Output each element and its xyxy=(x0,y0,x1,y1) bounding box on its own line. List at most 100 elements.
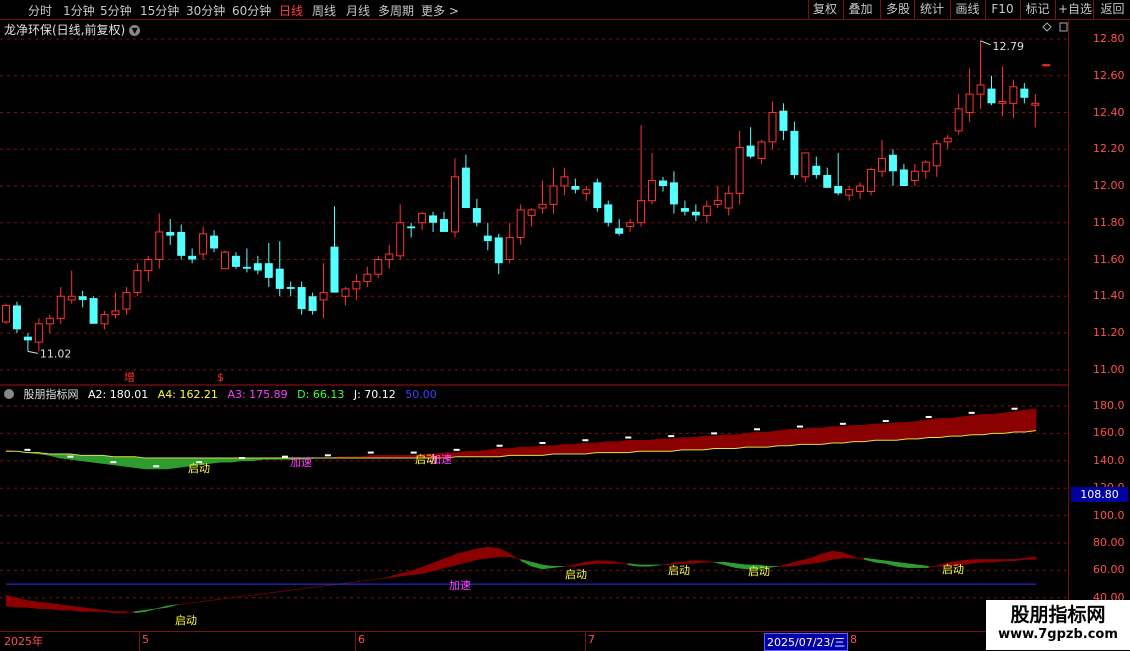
candle-body xyxy=(637,200,646,224)
a3-band xyxy=(91,455,103,464)
tab-4[interactable]: 30分钟 xyxy=(186,2,225,19)
current-value-badge: 108.80 xyxy=(1071,487,1128,502)
kd-band xyxy=(831,550,844,560)
candle-body xyxy=(560,176,569,187)
tab-9[interactable]: 多周期 xyxy=(378,2,414,19)
period-toolbar: 分时 1分钟 5分钟 15分钟 30分钟 60分钟 日线 周线 月线 多周期 更多 > 复权 叠加 多股统… xyxy=(0,0,1130,20)
kd-band xyxy=(778,563,790,567)
tab-5[interactable]: 60分钟 xyxy=(232,2,271,19)
indicator-menu-icon[interactable] xyxy=(4,389,14,399)
candle-body xyxy=(702,205,711,216)
candle-body xyxy=(111,310,120,316)
a3-band xyxy=(628,440,640,453)
a3-band xyxy=(649,438,661,452)
candle-body xyxy=(735,146,744,194)
candle-body xyxy=(34,323,43,343)
tab-1[interactable]: 1分钟 xyxy=(63,2,95,19)
candle-body xyxy=(363,273,372,283)
candle-body xyxy=(680,208,689,212)
tab-6[interactable]: 日线 xyxy=(279,2,303,19)
kd-band xyxy=(552,566,564,568)
candle-body xyxy=(593,182,602,209)
toolbar-button-4[interactable]: 画线 xyxy=(950,0,984,19)
signal-label: 启动 xyxy=(175,614,197,627)
marker-increase: 增 xyxy=(124,370,135,384)
candle-body xyxy=(888,154,897,172)
candle-body xyxy=(418,213,427,224)
toolbar-button-0[interactable]: 复权 xyxy=(808,0,841,19)
candle-body xyxy=(483,235,492,242)
candle-body xyxy=(746,145,755,157)
indicator-tick: 100.0 xyxy=(1093,508,1125,522)
legend-d: D: 66.13 xyxy=(297,388,345,401)
tab-10[interactable]: 更多 > xyxy=(421,2,459,19)
kd-band xyxy=(123,611,135,614)
candle-body xyxy=(308,296,317,311)
kd-band xyxy=(595,560,608,564)
a3-band xyxy=(864,423,876,442)
toolbar-button-3[interactable]: 统计 xyxy=(914,0,949,19)
toolbar-button-5[interactable]: F10 xyxy=(985,0,1019,19)
a3-band xyxy=(510,446,522,456)
tab-2[interactable]: 5分钟 xyxy=(100,2,132,19)
candle-body xyxy=(768,112,777,143)
price-chart[interactable]: 12.7911.02增 $启动 加速 启动启动启动加速启动 启动 启动加速 xyxy=(0,20,1068,632)
a3-band xyxy=(467,450,479,457)
watermark: 股朋指标网 www.7gpzb.com xyxy=(986,600,1130,650)
candle-body xyxy=(396,222,405,257)
a3-band xyxy=(606,441,618,453)
tab-3[interactable]: 15分钟 xyxy=(140,2,179,19)
candle-body xyxy=(242,266,251,269)
date-separator xyxy=(139,632,140,651)
a3-band xyxy=(917,419,929,440)
candle-body xyxy=(615,228,624,234)
candle-body xyxy=(385,253,394,261)
date-label: 6 xyxy=(358,633,365,646)
signal-label: 加速 xyxy=(449,579,471,592)
kd-band xyxy=(113,611,125,614)
a3-band xyxy=(563,444,575,455)
kd-band xyxy=(971,559,983,564)
tab-0[interactable]: 分时 xyxy=(28,2,52,19)
kd-band xyxy=(606,560,618,564)
kd-band xyxy=(1003,559,1015,562)
toolbar-button-1[interactable]: 叠加 xyxy=(843,0,877,19)
toolbar-button-2[interactable]: 多股 xyxy=(880,0,915,19)
date-label: 7 xyxy=(588,633,595,646)
kd-band xyxy=(638,564,650,567)
toolbar-button-7[interactable]: +自选 xyxy=(1055,0,1094,19)
kd-band xyxy=(703,560,715,563)
candle-body xyxy=(472,208,481,223)
tab-7[interactable]: 周线 xyxy=(312,2,336,19)
a3-band xyxy=(982,413,994,436)
kd-band xyxy=(156,605,168,610)
candle-body xyxy=(166,231,175,236)
legend-j: J: 70.12 xyxy=(353,388,396,401)
kd-band xyxy=(284,589,296,592)
kd-band xyxy=(585,560,597,566)
toolbar-button-8[interactable]: 返回 xyxy=(1093,0,1130,19)
kd-band xyxy=(692,560,704,564)
candle-body xyxy=(648,179,657,202)
candle-body xyxy=(713,200,722,205)
indicator-tick: 60.00 xyxy=(1093,563,1125,577)
candle-body xyxy=(155,231,164,260)
candle-body xyxy=(78,296,87,300)
signal-label: 启动 xyxy=(668,564,690,577)
kd-band xyxy=(499,548,511,557)
kd-band xyxy=(242,594,253,597)
tab-8[interactable]: 月线 xyxy=(346,2,370,19)
indicator-name[interactable]: 股朋指标网 xyxy=(24,388,79,401)
kd-band xyxy=(1014,557,1026,562)
kd-band xyxy=(714,561,726,566)
a3-band xyxy=(145,457,157,470)
price-tick: 11.40 xyxy=(1093,289,1125,303)
a3-band xyxy=(949,416,962,437)
a3-band xyxy=(209,457,221,464)
toolbar-button-6[interactable]: 标记 xyxy=(1020,0,1054,19)
kd-band xyxy=(59,604,71,611)
legend-a2: A2: 180.01 xyxy=(88,388,149,401)
a3-band xyxy=(960,415,972,437)
a3-band xyxy=(842,424,854,444)
kd-band xyxy=(542,564,554,570)
